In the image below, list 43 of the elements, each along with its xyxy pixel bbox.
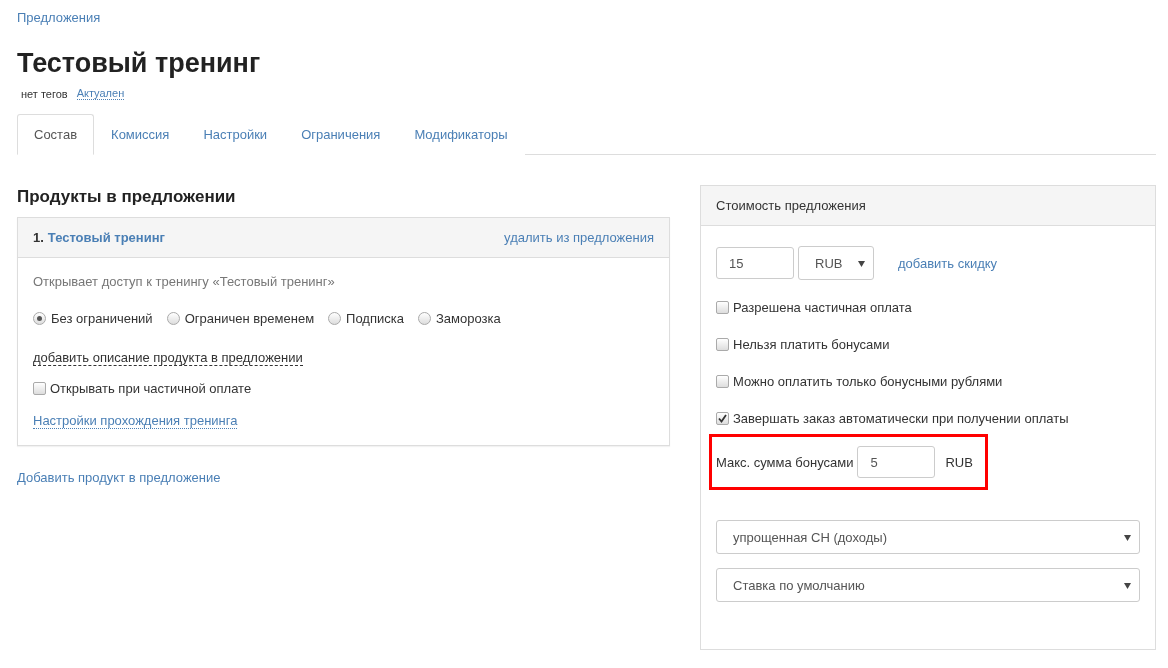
tab[interactable]: Состав bbox=[17, 114, 95, 155]
page-title: Тестовый тренинг bbox=[17, 48, 262, 79]
checkbox-label: Разрешена частичная оплата bbox=[733, 300, 912, 315]
section-heading: Продукты в предложении bbox=[17, 187, 237, 207]
product-description: Открывает доступ к тренингу «Тестовый тренинг» bbox=[33, 274, 335, 289]
checkbox-label: Можно оплатить только бонусными рублями bbox=[733, 374, 1003, 389]
remove-link[interactable]: удалить из предложения bbox=[504, 230, 654, 245]
radio-label: Ограничен временем bbox=[184, 311, 315, 326]
checkbox[interactable] bbox=[716, 301, 729, 314]
caret-icon bbox=[1124, 533, 1131, 541]
max-bonus-label: Макс. сумма бонусами bbox=[716, 454, 854, 470]
status-link[interactable]: Актуален bbox=[76, 87, 125, 100]
price-field[interactable]: 15 bbox=[716, 247, 794, 279]
max-bonus-field[interactable]: 5 bbox=[857, 446, 936, 478]
breadcrumb-link[interactable]: Предложения bbox=[17, 10, 101, 25]
caret-icon bbox=[1124, 581, 1131, 589]
checkbox[interactable] bbox=[716, 338, 729, 351]
checkbox[interactable] bbox=[33, 382, 46, 395]
checkbox-label: Открывать при частичной оплате bbox=[50, 381, 252, 396]
radio-button[interactable] bbox=[33, 312, 46, 325]
caret-icon bbox=[858, 259, 865, 267]
checkbox[interactable] bbox=[716, 375, 729, 388]
checkbox-label: Нельзя платить бонусами bbox=[733, 337, 890, 352]
currency-label: RUB bbox=[945, 454, 973, 470]
add-description-link[interactable]: добавить описание продукта в предложении bbox=[33, 350, 303, 366]
checkbox[interactable] bbox=[716, 412, 729, 425]
product-number: 1. bbox=[33, 230, 44, 245]
tax-system-select[interactable]: упрощенная СН (доходы) bbox=[716, 520, 1140, 554]
tags-label: нет тегов bbox=[21, 87, 68, 100]
panel-heading: Стоимость предложения bbox=[716, 198, 866, 213]
radio-button[interactable] bbox=[166, 312, 180, 325]
currency-select[interactable]: RUB bbox=[798, 246, 874, 280]
radio-label: Заморозка bbox=[435, 311, 501, 326]
radio-button[interactable] bbox=[328, 312, 342, 325]
radio-button[interactable] bbox=[417, 312, 431, 325]
training-settings-link[interactable]: Настройки прохождения тренинга bbox=[33, 413, 238, 429]
product-link[interactable]: Тестовый тренинг bbox=[47, 230, 165, 245]
radio-label: Подписка bbox=[346, 311, 404, 326]
tax-rate-select[interactable]: Ставка по умолчанию bbox=[716, 568, 1140, 602]
radio-label: Без ограничений bbox=[51, 311, 153, 326]
add-product-link[interactable]: Добавить продукт в предложение bbox=[17, 470, 221, 485]
checkbox-label: Завершать заказ автоматически при получении оплаты bbox=[733, 411, 1069, 426]
add-discount-link[interactable]: добавить скидку bbox=[898, 255, 998, 271]
